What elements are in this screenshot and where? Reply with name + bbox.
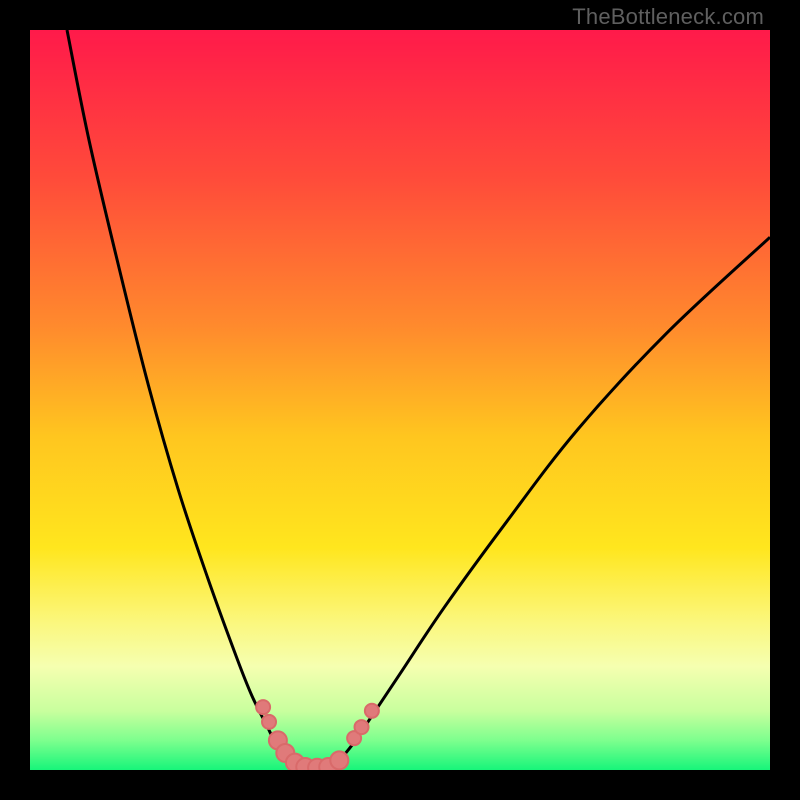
bottleneck-curve <box>30 30 770 770</box>
curve-marker <box>365 704 379 718</box>
watermark-text: TheBottleneck.com <box>572 4 764 30</box>
curve-marker <box>330 751 348 769</box>
curve-markers <box>256 700 379 770</box>
curve-left-branch <box>67 30 296 766</box>
curve-marker <box>256 700 270 714</box>
curve-marker <box>355 720 369 734</box>
frame: TheBottleneck.com <box>0 0 800 800</box>
curve-marker <box>262 715 276 729</box>
plot-area <box>30 30 770 770</box>
curve-right-branch <box>333 237 770 766</box>
